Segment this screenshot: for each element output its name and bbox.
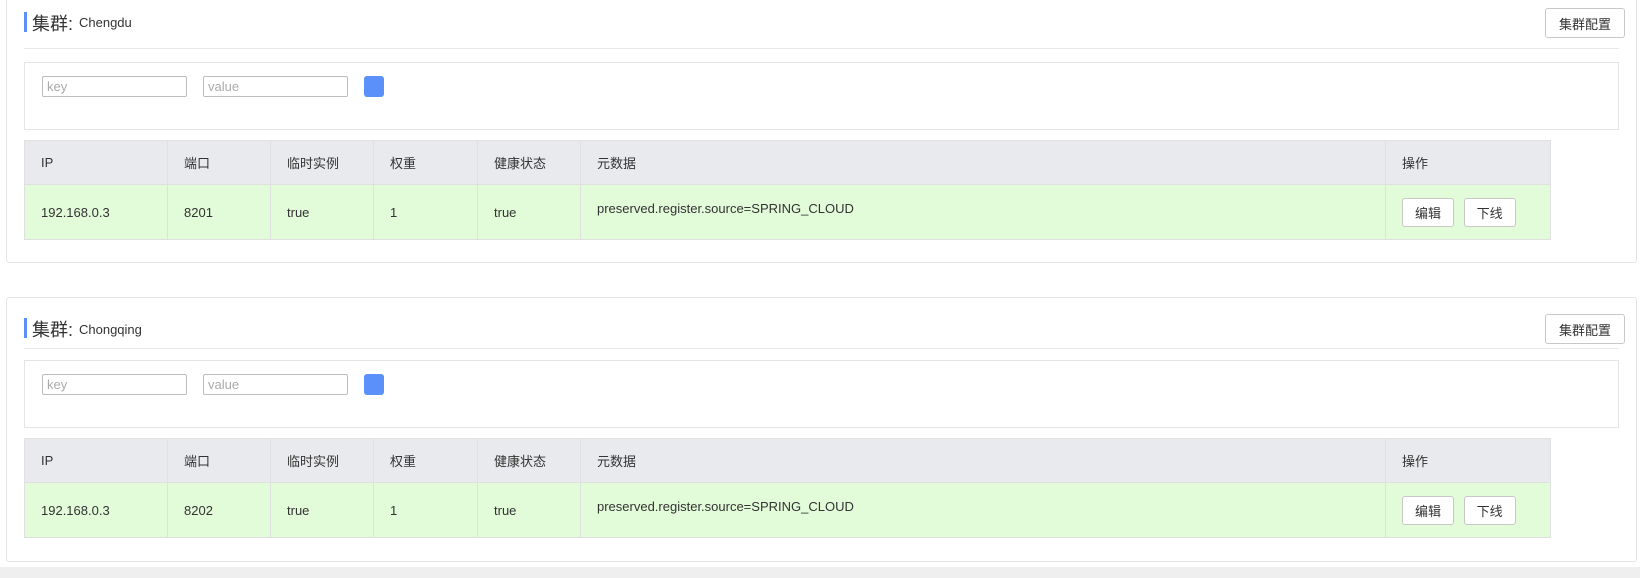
cell-actions: 编辑 下线 <box>1385 184 1551 240</box>
cell-port: 8201 <box>167 184 271 240</box>
filter-add-button[interactable] <box>364 374 384 395</box>
cluster-config-button[interactable]: 集群配置 <box>1545 314 1625 344</box>
table-header-row: IP 端口 临时实例 权重 健康状态 元数据 操作 <box>24 438 1551 483</box>
cell-weight: 1 <box>373 482 478 538</box>
cell-healthy: true <box>477 184 581 240</box>
cluster-header: 集群: Chengdu 集群配置 <box>24 1 1625 49</box>
filter-key-input[interactable] <box>42 374 187 395</box>
cell-actions: 编辑 下线 <box>1385 482 1551 538</box>
cluster-card-chengdu: 集群: Chengdu 集群配置 IP 端口 临时实例 权重 健康状态 元数据 … <box>6 0 1637 263</box>
column-header-ip: IP <box>24 140 168 185</box>
cell-ip: 192.168.0.3 <box>24 482 168 538</box>
filter-value-input[interactable] <box>203 76 348 97</box>
cell-ephemeral: true <box>270 184 374 240</box>
edit-button[interactable]: 编辑 <box>1402 197 1454 227</box>
title-accent-bar <box>24 318 27 338</box>
title-accent-bar <box>24 12 27 32</box>
column-header-port: 端口 <box>167 140 271 185</box>
column-header-actions: 操作 <box>1385 140 1551 185</box>
filter-key-input[interactable] <box>42 76 187 97</box>
metadata-filter-box <box>24 62 1619 130</box>
column-header-actions: 操作 <box>1385 438 1551 483</box>
instance-table: IP 端口 临时实例 权重 健康状态 元数据 操作 192.168.0.3 82… <box>24 438 1551 538</box>
filter-add-button[interactable] <box>364 76 384 97</box>
filter-value-input[interactable] <box>203 374 348 395</box>
column-header-metadata: 元数据 <box>580 438 1386 483</box>
column-header-ephemeral: 临时实例 <box>270 140 374 185</box>
column-header-weight: 权重 <box>373 140 478 185</box>
cluster-card-chongqing: 集群: Chongqing 集群配置 IP 端口 临时实例 权重 健康状态 元数… <box>6 297 1637 562</box>
cell-ephemeral: true <box>270 482 374 538</box>
cell-metadata: preserved.register.source=SPRING_CLOUD <box>580 184 1386 240</box>
instance-table: IP 端口 临时实例 权重 健康状态 元数据 操作 192.168.0.3 82… <box>24 140 1551 240</box>
column-header-ephemeral: 临时实例 <box>270 438 374 483</box>
column-header-port: 端口 <box>167 438 271 483</box>
metadata-filter-box <box>24 360 1619 428</box>
edit-button[interactable]: 编辑 <box>1402 495 1454 525</box>
cell-metadata: preserved.register.source=SPRING_CLOUD <box>580 482 1386 538</box>
column-header-ip: IP <box>24 438 168 483</box>
cell-ip: 192.168.0.3 <box>24 184 168 240</box>
cell-weight: 1 <box>373 184 478 240</box>
cell-healthy: true <box>477 482 581 538</box>
offline-button[interactable]: 下线 <box>1463 197 1516 227</box>
table-row: 192.168.0.3 8201 true 1 true preserved.r… <box>24 184 1551 240</box>
table-row: 192.168.0.3 8202 true 1 true preserved.r… <box>24 482 1551 538</box>
column-header-metadata: 元数据 <box>580 140 1386 185</box>
table-header-row: IP 端口 临时实例 权重 健康状态 元数据 操作 <box>24 140 1551 185</box>
column-header-health: 健康状态 <box>477 140 581 185</box>
column-header-weight: 权重 <box>373 438 478 483</box>
offline-button[interactable]: 下线 <box>1463 495 1516 525</box>
page-bottom-strip <box>0 567 1640 578</box>
cluster-title-label: 集群: <box>32 14 74 34</box>
cluster-config-button[interactable]: 集群配置 <box>1545 8 1625 38</box>
cluster-header: 集群: Chongqing 集群配置 <box>24 298 1625 349</box>
cluster-name: Chengdu <box>79 15 132 30</box>
cluster-title-label: 集群: <box>32 320 74 340</box>
column-header-health: 健康状态 <box>477 438 581 483</box>
cluster-name: Chongqing <box>79 322 142 337</box>
cell-port: 8202 <box>167 482 271 538</box>
